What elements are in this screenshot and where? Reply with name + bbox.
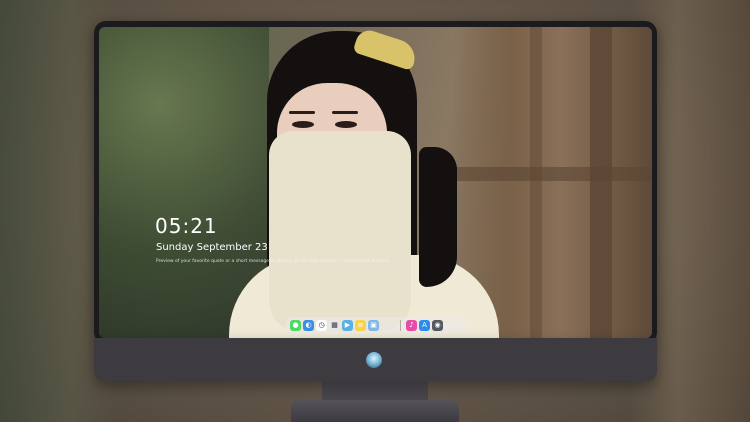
music-icon[interactable]: ♪ <box>406 320 417 331</box>
camera-icon[interactable]: ◉ <box>432 320 443 331</box>
monitor-brand-logo-icon <box>366 352 382 368</box>
lock-screen[interactable]: 05:21 Sunday September 23 Preview of you… <box>99 27 652 338</box>
wallpaper-beam <box>530 27 542 338</box>
movie-icon[interactable]: ▶ <box>342 320 353 331</box>
dock-separator <box>400 320 401 331</box>
lock-screen-time: 05:21 <box>155 214 218 238</box>
wallpaper-figure-hair-strand <box>419 147 457 287</box>
wallpaper-figure-veil <box>269 131 411 331</box>
dock: ● ◐ ◷ ▦ ▶ ≡ ▣ ♪ A ◉ <box>286 317 466 334</box>
clock-icon[interactable]: ◷ <box>316 320 327 331</box>
finder-icon[interactable]: ◐ <box>303 320 314 331</box>
app-store-icon[interactable]: A <box>419 320 430 331</box>
wallpaper-figure-brow <box>289 111 315 114</box>
monitor: 05:21 Sunday September 23 Preview of you… <box>94 21 657 381</box>
monitor-stand-foot <box>291 400 459 422</box>
wallpaper-beam <box>590 27 612 338</box>
wallpaper-beam <box>452 167 652 181</box>
wallpaper-figure-brow <box>332 111 358 114</box>
wallpaper-figure-eye <box>292 121 314 128</box>
notes-icon[interactable]: ≡ <box>355 320 366 331</box>
wallpaper-figure-eye <box>335 121 357 128</box>
lock-screen-quote: Preview of your favorite quote or a shor… <box>156 259 390 264</box>
calendar-icon[interactable]: ▦ <box>329 320 340 331</box>
messages-icon[interactable]: ● <box>290 320 301 331</box>
photos-icon[interactable]: ▣ <box>368 320 379 331</box>
lock-screen-date: Sunday September 23 <box>156 242 268 253</box>
